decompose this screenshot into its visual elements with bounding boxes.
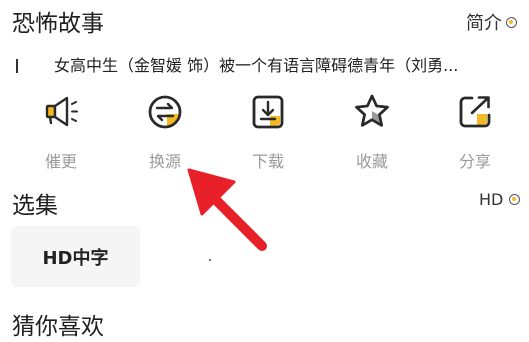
star-icon: [355, 94, 389, 127]
download-icon: [252, 95, 284, 129]
quality-toggle[interactable]: HD: [479, 190, 521, 209]
speck-dot: [209, 259, 211, 261]
action-share-label: 分享: [458, 152, 491, 171]
info-dot-icon: [506, 16, 517, 28]
recommend-title: 猜你喜欢: [12, 314, 104, 340]
quality-label: HD: [479, 190, 504, 209]
megaphone-icon: [45, 96, 78, 127]
share-icon: [459, 96, 491, 128]
episode-item[interactable]: HD中字: [11, 226, 140, 287]
annotation-arrow-icon: [187, 168, 267, 251]
action-share[interactable]: 分享: [445, 92, 505, 172]
action-favorite-label: 收藏: [355, 152, 388, 171]
switch-source-icon: [148, 95, 182, 129]
action-favorite[interactable]: 收藏: [342, 92, 402, 172]
description-divider: [16, 59, 18, 73]
action-urge-label: 催更: [44, 152, 77, 171]
description-line[interactable]: 女高中生（金智媛 饰）被一个有语言障碍德青年（刘勇...: [16, 52, 526, 76]
quality-dot-icon: [509, 194, 521, 205]
episodes-title: 选集: [12, 193, 58, 219]
intro-button[interactable]: 简介: [466, 9, 517, 35]
page-title: 恐怖故事: [12, 11, 104, 37]
description-text: 女高中生（金智媛 饰）被一个有语言障碍德青年（刘勇...: [54, 56, 459, 75]
intro-label: 简介: [466, 13, 502, 34]
action-urge[interactable]: 催更: [31, 92, 91, 172]
